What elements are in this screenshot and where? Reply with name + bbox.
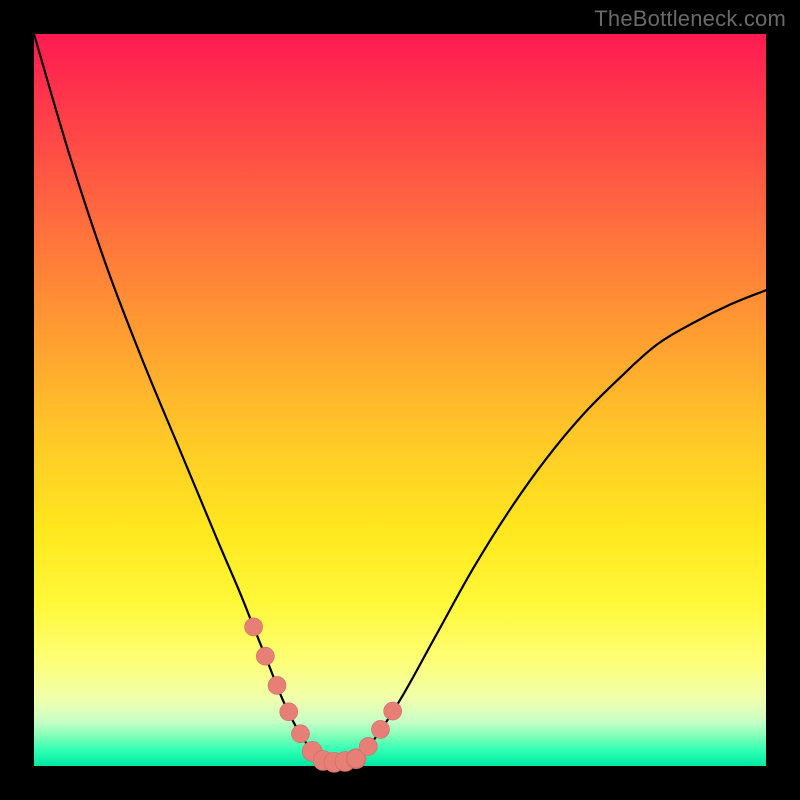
curve-marker <box>359 737 377 755</box>
watermark-text: TheBottleneck.com <box>594 6 786 32</box>
curve-marker <box>245 618 263 636</box>
curve-marker <box>291 725 309 743</box>
curve-svg <box>34 34 766 766</box>
curve-markers <box>245 618 402 772</box>
bottleneck-curve <box>34 34 766 763</box>
curve-marker <box>384 702 402 720</box>
curve-marker <box>371 720 389 738</box>
curve-marker <box>280 703 298 721</box>
chart-stage: TheBottleneck.com <box>0 0 800 800</box>
curve-marker <box>268 676 286 694</box>
curve-marker <box>256 647 274 665</box>
plot-area <box>34 34 766 766</box>
